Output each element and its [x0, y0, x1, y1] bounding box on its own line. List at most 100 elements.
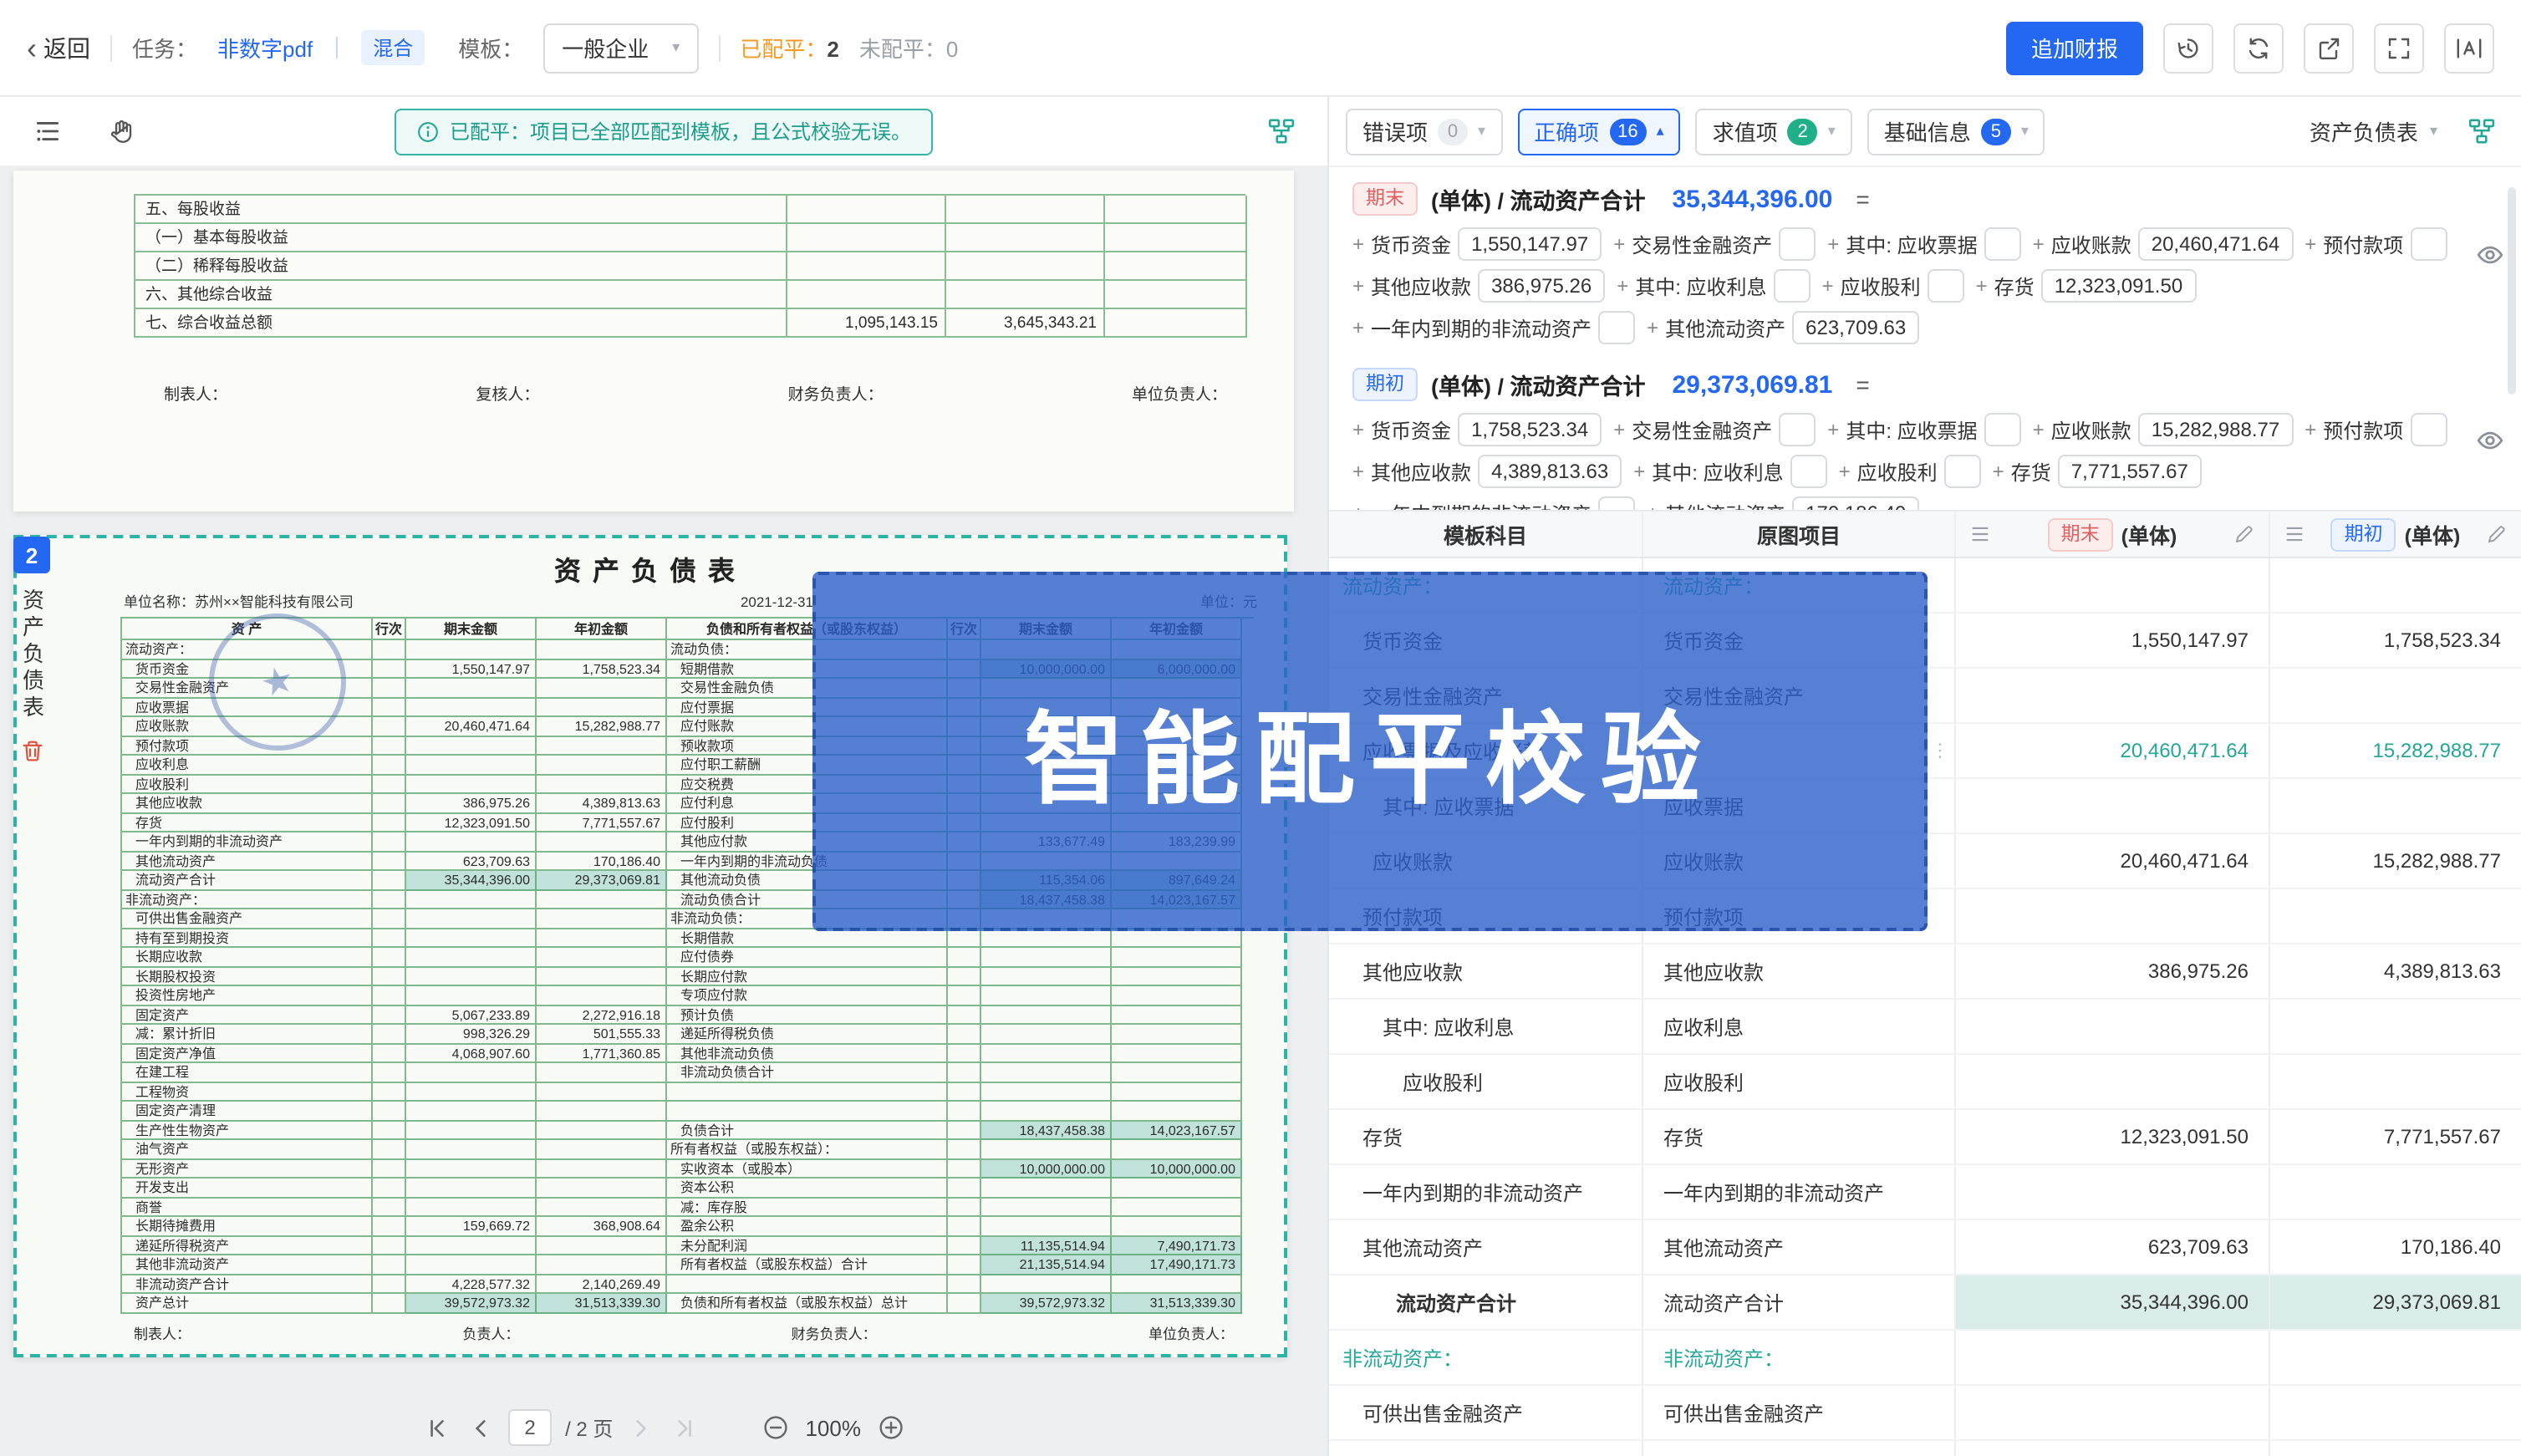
list-icon[interactable]	[1969, 523, 1991, 545]
scan-cell: 11,135,514.94	[981, 1236, 1112, 1255]
term-value-box[interactable]: 623,709.63	[1792, 311, 1919, 344]
fullscreen-icon[interactable]	[2374, 23, 2424, 73]
edit-icon[interactable]	[2233, 523, 2255, 545]
end-value-cell[interactable]: 1,550,147.97	[1956, 613, 2270, 667]
end-value-cell[interactable]	[1956, 1441, 2270, 1456]
table-row[interactable]: 存货存货12,323,091.507,771,557.67	[1329, 1110, 2521, 1165]
append-report-button[interactable]: 追加财报	[2006, 21, 2143, 74]
term-value-box[interactable]: 4,389,813.63	[1478, 455, 1622, 488]
term-value-box[interactable]: 1,758,523.34	[1458, 413, 1602, 446]
end-value-cell[interactable]	[1956, 1331, 2270, 1384]
table-row[interactable]: 应收股利应收股利	[1329, 1055, 2521, 1110]
fit-width-icon[interactable]	[2444, 23, 2494, 73]
edit-icon[interactable]	[2486, 523, 2508, 545]
prev-page-button[interactable]	[465, 1413, 495, 1443]
table-row[interactable]: 一年内到期的非流动资产一年内到期的非流动资产	[1329, 1165, 2521, 1220]
begin-value-cell[interactable]: 15,282,988.77	[2270, 834, 2521, 888]
term-value-box[interactable]	[1984, 413, 2021, 446]
begin-value-cell[interactable]	[2270, 1441, 2521, 1456]
template-select[interactable]: 一般企业 ▾	[543, 23, 698, 73]
term-value-box[interactable]	[1928, 269, 1964, 303]
begin-value-cell[interactable]	[2270, 1000, 2521, 1053]
table-row[interactable]: 流动资产合计流动资产合计35,344,396.0029,373,069.81	[1329, 1275, 2521, 1331]
begin-value-cell[interactable]	[2270, 889, 2521, 943]
term-value-box[interactable]	[2410, 413, 2447, 446]
filter-correct[interactable]: 正确项16▴	[1517, 108, 1681, 155]
end-value-cell[interactable]	[1956, 779, 2270, 832]
end-value-cell[interactable]	[1956, 1000, 2270, 1053]
term-value-box[interactable]: 1,550,147.97	[1458, 227, 1602, 261]
history-icon[interactable]	[2163, 23, 2213, 73]
page-tab-title[interactable]: 资产负债表	[16, 588, 48, 722]
term-value-box[interactable]	[1779, 413, 1816, 446]
end-value-cell[interactable]: 386,975.26	[1956, 944, 2270, 998]
term-value-box[interactable]	[1984, 227, 2021, 261]
end-value-cell[interactable]	[1956, 669, 2270, 722]
end-value-cell[interactable]: 623,709.63	[1956, 1220, 2270, 1274]
filter-basic[interactable]: 基础信息5▾	[1867, 108, 2045, 155]
page-number-badge[interactable]: 2	[13, 537, 50, 573]
term-value-box[interactable]	[1598, 311, 1635, 344]
term-value-box[interactable]: 20,460,471.64	[2138, 227, 2294, 261]
export-icon[interactable]	[2304, 23, 2354, 73]
table-row[interactable]: 其他应收款其他应收款386,975.264,389,813.63	[1329, 944, 2521, 1000]
structure-icon[interactable]	[2457, 108, 2504, 155]
end-value-cell[interactable]	[1956, 1165, 2270, 1219]
term-value-box[interactable]	[2410, 227, 2447, 261]
end-value-cell[interactable]	[1956, 558, 2270, 612]
begin-value-cell[interactable]	[2270, 1055, 2521, 1108]
end-value-cell[interactable]	[1956, 1386, 2270, 1439]
eye-icon[interactable]	[2476, 241, 2504, 274]
end-value-cell[interactable]	[1956, 889, 2270, 943]
end-value-cell[interactable]: 20,460,471.64	[1956, 724, 2270, 777]
report-type-select[interactable]: 资产负债表 ▾	[2310, 115, 2437, 147]
begin-value-cell[interactable]: 15,282,988.77	[2270, 724, 2521, 777]
begin-value-cell[interactable]	[2270, 1165, 2521, 1219]
list-icon[interactable]	[2284, 523, 2305, 545]
table-row[interactable]: 持有至到期投资持有至到期投资	[1329, 1441, 2521, 1456]
back-button[interactable]: ‹ 返回	[27, 31, 90, 64]
delete-page-button[interactable]	[19, 739, 44, 769]
eye-icon[interactable]	[2476, 426, 2504, 460]
hand-tool-icon[interactable]	[97, 108, 144, 155]
begin-value-cell[interactable]: 170,186.40	[2270, 1220, 2521, 1274]
end-value-cell[interactable]: 35,344,396.00	[1956, 1275, 2270, 1329]
sync-icon[interactable]	[2233, 23, 2284, 73]
term-value-box[interactable]: 12,323,091.50	[2041, 269, 2197, 303]
term-value-box[interactable]: 15,282,988.77	[2138, 413, 2294, 446]
begin-value-cell[interactable]	[2270, 1331, 2521, 1384]
page-input[interactable]: 2	[508, 1409, 552, 1446]
term-value-box[interactable]	[1944, 455, 1981, 488]
term-value-box[interactable]	[1790, 455, 1827, 488]
term-value-box[interactable]: 170,186.40	[1792, 496, 1919, 512]
begin-value-cell[interactable]	[2270, 779, 2521, 832]
term-value-box[interactable]: 7,771,557.67	[2058, 455, 2202, 488]
end-value-cell[interactable]: 12,323,091.50	[1956, 1110, 2270, 1163]
term-value-box[interactable]	[1774, 269, 1811, 303]
structure-icon[interactable]	[1257, 108, 1304, 155]
term-value-box[interactable]	[1779, 227, 1816, 261]
begin-value-cell[interactable]	[2270, 558, 2521, 612]
table-row[interactable]: 其他流动资产其他流动资产623,709.63170,186.40	[1329, 1220, 2521, 1275]
next-page-button[interactable]	[626, 1413, 656, 1443]
begin-value-cell[interactable]: 4,389,813.63	[2270, 944, 2521, 998]
outline-icon[interactable]	[23, 108, 70, 155]
zoom-in-button[interactable]	[876, 1413, 906, 1443]
end-value-cell[interactable]: 20,460,471.64	[1956, 834, 2270, 888]
term-value-box[interactable]: 386,975.26	[1478, 269, 1605, 303]
table-row[interactable]: 非流动资产：非流动资产：	[1329, 1331, 2521, 1386]
filter-evaluate[interactable]: 求值项2▾	[1696, 108, 1852, 155]
first-page-button[interactable]	[421, 1413, 451, 1443]
begin-value-cell[interactable]	[2270, 1386, 2521, 1439]
begin-value-cell[interactable]: 7,771,557.67	[2270, 1110, 2521, 1163]
begin-value-cell[interactable]: 1,758,523.34	[2270, 613, 2521, 667]
zoom-out-button[interactable]	[760, 1413, 790, 1443]
last-page-button[interactable]	[670, 1413, 700, 1443]
term-value-box[interactable]	[1598, 496, 1635, 512]
table-row[interactable]: 其中: 应收利息应收利息	[1329, 1000, 2521, 1055]
begin-value-cell[interactable]	[2270, 669, 2521, 722]
begin-value-cell[interactable]: 29,373,069.81	[2270, 1275, 2521, 1329]
end-value-cell[interactable]	[1956, 1055, 2270, 1108]
filter-errors[interactable]: 错误项0▾	[1346, 108, 1502, 155]
table-row[interactable]: 可供出售金融资产可供出售金融资产	[1329, 1386, 2521, 1441]
